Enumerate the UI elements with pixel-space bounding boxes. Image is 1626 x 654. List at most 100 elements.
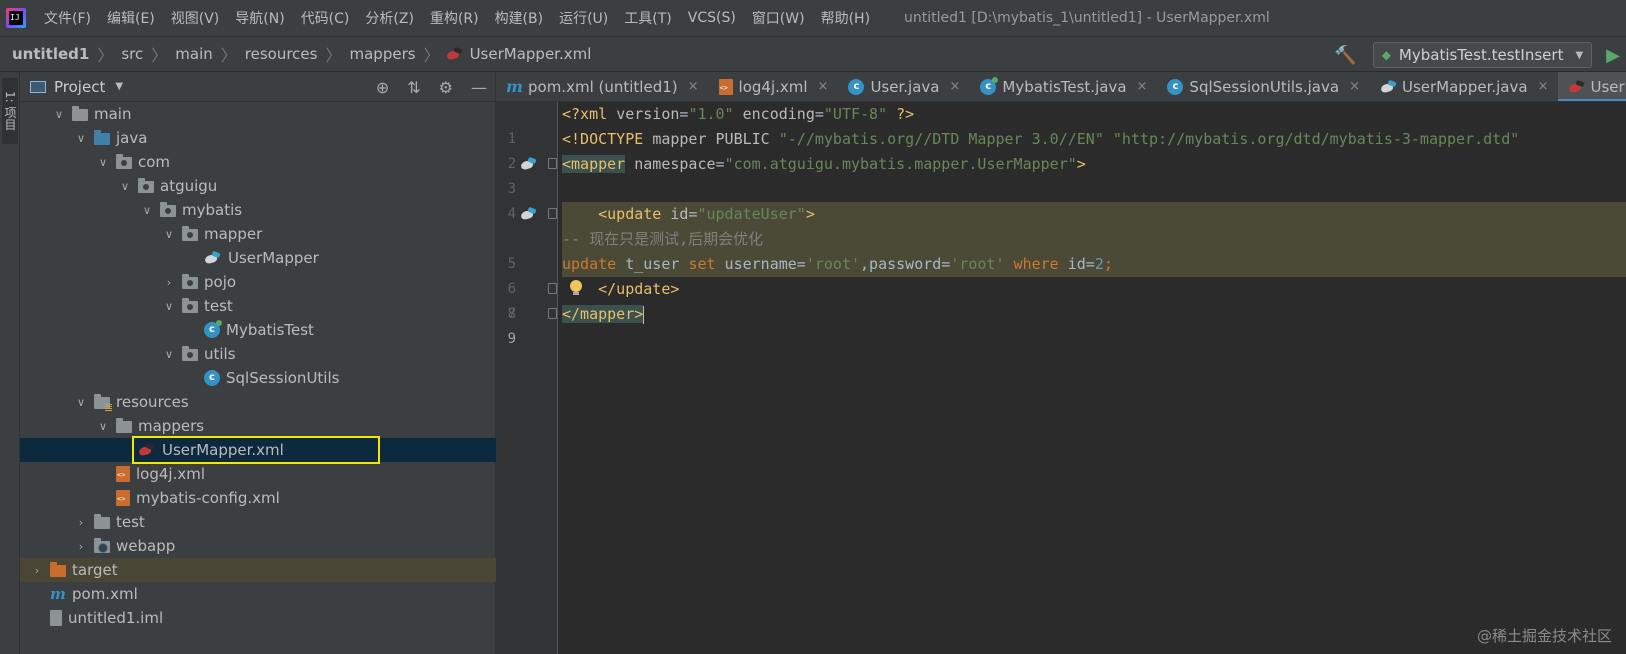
chevron-down-icon[interactable]: ∨ <box>52 108 66 121</box>
chevron-down-icon[interactable]: ∨ <box>96 420 110 433</box>
chevron-down-icon[interactable]: ∨ <box>162 300 176 313</box>
tree-item[interactable]: ∨ mybatis <box>20 198 496 222</box>
tree-item-label: untitled1.iml <box>68 609 164 627</box>
close-icon[interactable]: × <box>688 79 699 94</box>
editor-tab[interactable]: c User.java × <box>838 72 970 101</box>
tree-item[interactable]: ∨ mapper <box>20 222 496 246</box>
breadcrumb-src[interactable]: src <box>119 45 145 63</box>
tree-item[interactable]: › pojo <box>20 270 496 294</box>
tree-item[interactable]: UserMapper.xml <box>20 436 496 464</box>
minimize-icon[interactable]: — <box>471 78 487 97</box>
tree-item[interactable]: › webapp <box>20 534 496 558</box>
hammer-icon[interactable]: 🔨 <box>1334 45 1356 66</box>
menu-window[interactable]: 窗口(W) <box>752 8 805 28</box>
tree-item-label: test <box>204 297 233 315</box>
tree-item[interactable]: ∨ main <box>20 102 496 126</box>
code-line[interactable]: 6 -- 现在只是测试,后期会优化 <box>496 227 1626 297</box>
menu-refactor[interactable]: 重构(R) <box>430 8 479 28</box>
mybatis-navigate-icon[interactable] <box>520 155 538 173</box>
menu-edit[interactable]: 编辑(E) <box>107 8 155 28</box>
code-line[interactable]: 1 <?xml version="1.0" encoding="UTF-8" ?… <box>496 102 1626 147</box>
tree-item-label: pojo <box>204 273 237 291</box>
fold-marker-icon[interactable] <box>548 283 557 294</box>
tree-item[interactable]: ∨ com <box>20 150 496 174</box>
chevron-down-icon[interactable]: ∨ <box>162 228 176 241</box>
tree-item[interactable]: ∨ atguigu <box>20 174 496 198</box>
breadcrumb-resources[interactable]: resources <box>243 45 320 63</box>
menu-view[interactable]: 视图(V) <box>171 8 220 28</box>
menu-file[interactable]: 文件(F) <box>44 8 91 28</box>
breadcrumb-mappers[interactable]: mappers <box>348 45 418 63</box>
menu-analyze[interactable]: 分析(Z) <box>365 8 414 28</box>
tree-item[interactable]: c MybatisTest <box>20 318 496 342</box>
breadcrumb-main[interactable]: main <box>173 45 214 63</box>
chevron-right-icon[interactable]: › <box>162 276 176 289</box>
code-line[interactable]: 8 </update> <box>496 277 1626 322</box>
tree-item[interactable]: ∨ test <box>20 294 496 318</box>
close-icon[interactable]: × <box>1538 79 1549 94</box>
editor-tab[interactable]: UserMapper.java × <box>1370 72 1559 101</box>
code-editor[interactable]: 1 <?xml version="1.0" encoding="UTF-8" ?… <box>496 102 1626 654</box>
code-line[interactable]: 4 <box>496 177 1626 222</box>
tree-item[interactable]: ∨ utils <box>20 342 496 366</box>
fold-marker-icon[interactable] <box>548 158 557 169</box>
chevron-down-icon[interactable]: ∨ <box>118 180 132 193</box>
tree-item[interactable]: UserMapper <box>20 246 496 270</box>
editor-tab-label: UserMapper.java <box>1401 77 1528 96</box>
menu-run[interactable]: 运行(U) <box>559 8 608 28</box>
code-line[interactable]: 7 update t_user set username='root',pass… <box>496 252 1626 322</box>
tree-item[interactable]: log4j.xml <box>20 462 496 486</box>
chevron-down-icon[interactable]: ▼ <box>115 81 123 92</box>
editor-tab[interactable]: UserM <box>1558 72 1626 101</box>
chevron-right-icon[interactable]: › <box>30 564 44 577</box>
project-view-selector[interactable]: Project <box>54 78 105 96</box>
chevron-down-icon[interactable]: ∨ <box>140 204 154 217</box>
code-line[interactable]: 3 <mapper namespace="com.atguigu.mybatis… <box>496 152 1626 197</box>
breadcrumb-file[interactable]: UserMapper.xml <box>468 45 594 63</box>
tree-item[interactable]: mybatis-config.xml <box>20 486 496 510</box>
locate-icon[interactable]: ⊕ <box>376 78 389 97</box>
close-icon[interactable]: × <box>949 79 960 94</box>
tree-item[interactable]: › target <box>20 558 496 582</box>
editor-tab[interactable]: m pom.xml (untitled1) × <box>496 72 709 101</box>
gear-icon[interactable]: ⚙ <box>439 78 453 97</box>
fold-marker-icon[interactable] <box>548 308 557 319</box>
menu-navigate[interactable]: 导航(N) <box>235 8 284 28</box>
chevron-down-icon[interactable]: ∨ <box>74 396 88 409</box>
tree-item[interactable]: ∨ java <box>20 126 496 150</box>
code-line[interactable]: 9 </mapper> <box>496 302 1626 347</box>
tree-item[interactable]: m pom.xml <box>20 582 496 606</box>
menu-code[interactable]: 代码(C) <box>301 8 350 28</box>
tree-item[interactable]: › test <box>20 510 496 534</box>
close-icon[interactable]: × <box>818 79 829 94</box>
run-icon[interactable]: ▶ <box>1606 45 1620 66</box>
tree-item[interactable]: c SqlSessionUtils <box>20 366 496 390</box>
menu-vcs[interactable]: VCS(S) <box>688 10 736 26</box>
code-line[interactable]: 5 <update id="updateUser"> <box>496 202 1626 272</box>
chevron-down-icon[interactable]: ∨ <box>162 348 176 361</box>
close-icon[interactable]: × <box>1349 79 1360 94</box>
menu-tools[interactable]: 工具(T) <box>624 8 671 28</box>
intellij-logo-icon[interactable]: IJ <box>6 8 26 28</box>
code-line[interactable]: 2 <!DOCTYPE mapper PUBLIC "-//mybatis.or… <box>496 127 1626 172</box>
tree-item[interactable]: untitled1.iml <box>20 606 496 630</box>
tree-item-label: log4j.xml <box>136 465 206 483</box>
breadcrumb-project[interactable]: untitled1 <box>10 45 91 63</box>
fold-marker-icon[interactable] <box>548 208 557 219</box>
mybatis-navigate-icon[interactable] <box>520 205 538 223</box>
chevron-right-icon[interactable]: › <box>74 540 88 553</box>
menu-help[interactable]: 帮助(H) <box>821 8 870 28</box>
run-configuration-select[interactable]: ◆ MybatisTest.testInsert ▼ <box>1372 42 1593 68</box>
tree-item[interactable]: ∨ mappers <box>20 414 496 438</box>
chevron-down-icon[interactable]: ∨ <box>96 156 110 169</box>
editor-tab[interactable]: c SqlSessionUtils.java × <box>1157 72 1370 101</box>
menu-build[interactable]: 构建(B) <box>495 8 544 28</box>
close-icon[interactable]: × <box>1137 79 1148 94</box>
chevron-down-icon[interactable]: ∨ <box>74 132 88 145</box>
chevron-right-icon[interactable]: › <box>74 516 88 529</box>
project-tool-tab[interactable]: 1: 项目 <box>2 78 18 144</box>
editor-tab[interactable]: log4j.xml × <box>709 72 839 101</box>
tree-item[interactable]: ∨ resources <box>20 390 496 414</box>
editor-tab[interactable]: c MybatisTest.java × <box>970 72 1157 101</box>
collapse-all-icon[interactable]: ⇅ <box>407 78 420 97</box>
